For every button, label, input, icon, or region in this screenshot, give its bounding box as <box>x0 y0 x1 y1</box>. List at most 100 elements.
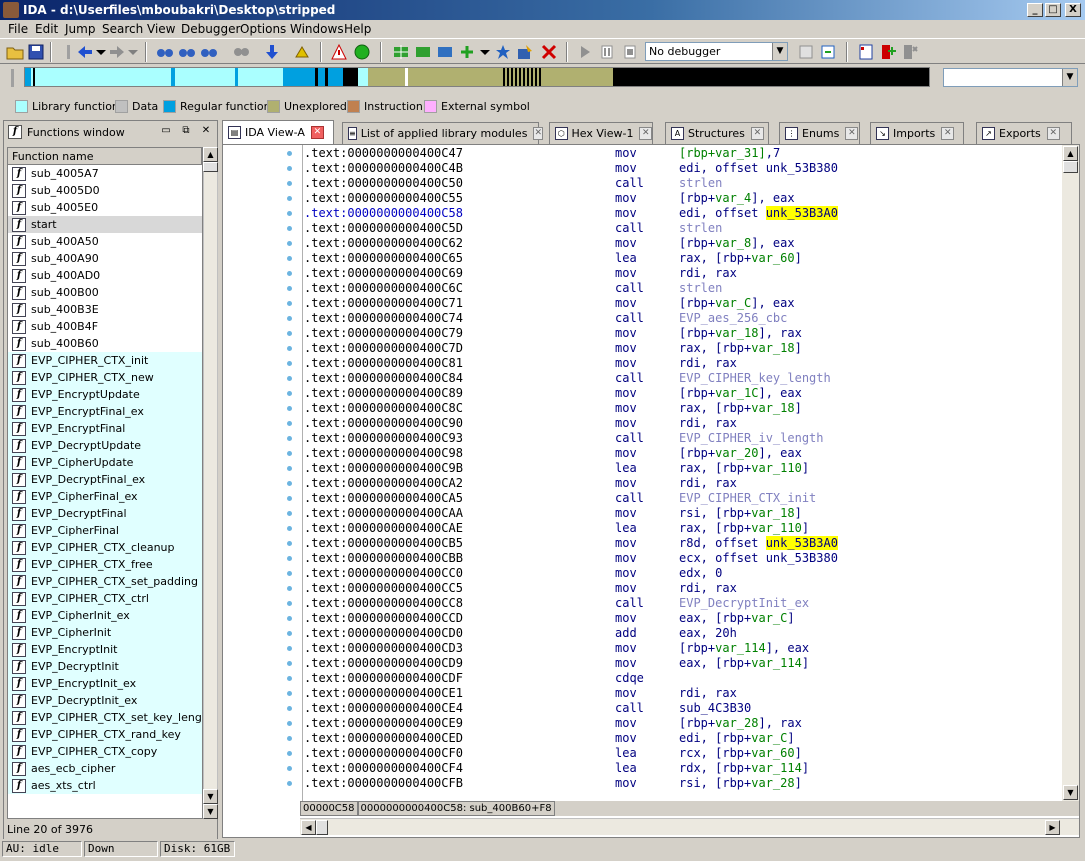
breakpoint-marker[interactable] <box>287 601 292 606</box>
disassembly-line[interactable]: .text:0000000000400C89 mov [rbp+var_1C], e… <box>304 386 1062 401</box>
open-folder-icon[interactable] <box>6 43 24 61</box>
menu-jump[interactable]: Jump <box>65 22 95 36</box>
disassembly-line[interactable]: .text:0000000000400C81 mov rdi, rax <box>304 356 1062 371</box>
binoculars-text-icon[interactable] <box>156 43 174 61</box>
plus-dropdown-icon[interactable] <box>458 43 476 61</box>
breakpoint-marker[interactable] <box>287 631 292 636</box>
edit-function-icon[interactable] <box>516 43 534 61</box>
close-tab-icon[interactable]: ✕ <box>941 127 955 140</box>
disassembly-line[interactable]: .text:0000000000400CC0 mov edx, 0 <box>304 566 1062 581</box>
disassembly-line[interactable]: .text:0000000000400C93 call EVP_CIPHER_iv_… <box>304 431 1062 446</box>
function-reference[interactable]: EVP_CIPHER_CTX_init <box>679 491 816 505</box>
function-list-item[interactable]: f EVP_CipherUpdate <box>8 454 202 471</box>
disassembly-vertical-scrollbar[interactable]: ▲ ▼ <box>1062 145 1079 801</box>
breakpoint-marker[interactable] <box>287 766 292 771</box>
breakpoint-marker[interactable] <box>287 361 292 366</box>
scroll-thumb[interactable] <box>316 820 328 835</box>
debug-step-icon[interactable] <box>797 43 815 61</box>
breakpoint-marker[interactable] <box>287 376 292 381</box>
highlighted-symbol[interactable]: unk_53B3A0 <box>765 536 838 550</box>
navigation-band[interactable] <box>24 67 930 87</box>
add-breakpoint-icon[interactable] <box>879 43 897 61</box>
scroll-thumb[interactable] <box>1063 161 1078 173</box>
disassembly-line[interactable]: .text:0000000000400CE9 mov [rbp+var_28], r… <box>304 716 1062 731</box>
breakpoint-list-icon[interactable] <box>857 43 875 61</box>
breakpoint-marker[interactable] <box>287 331 292 336</box>
disassembly-line[interactable]: .text:0000000000400C62 mov [rbp+var_8], ea… <box>304 236 1062 251</box>
function-list-item[interactable]: f EVP_DecryptInit_ex <box>8 692 202 709</box>
breakpoint-marker[interactable] <box>287 721 292 726</box>
disassembly-line[interactable]: .text:0000000000400C5D call strlen <box>304 221 1062 236</box>
disassembly-line[interactable]: .text:0000000000400C58 mov edi, offset unk… <box>304 206 1062 221</box>
function-reference[interactable]: EVP_CIPHER_iv_length <box>679 431 824 445</box>
tab-exports[interactable]: ↗ Exports ✕ <box>976 122 1072 144</box>
breakpoint-marker[interactable] <box>287 556 292 561</box>
function-list-item[interactable]: f EVP_CIPHER_CTX_set_padding <box>8 573 202 590</box>
breakpoint-marker[interactable] <box>287 241 292 246</box>
navigation-select[interactable]: ▼ <box>943 68 1078 87</box>
tab-structures[interactable]: A Structures ✕ <box>665 122 769 144</box>
disassembly-line[interactable]: .text:0000000000400CFB mov rsi, [rbp+var_2… <box>304 776 1062 791</box>
menu-file[interactable]: File <box>8 22 28 36</box>
function-list-item[interactable]: f EVP_CipherInit <box>8 624 202 641</box>
function-list-item[interactable]: f start <box>8 216 202 233</box>
breakpoint-marker[interactable] <box>287 211 292 216</box>
breakpoint-marker[interactable] <box>287 466 292 471</box>
function-list-item[interactable]: f EVP_CIPHER_CTX_rand_key <box>8 726 202 743</box>
search-next-icon[interactable] <box>232 43 250 61</box>
function-list-item[interactable]: f sub_400B60 <box>8 335 202 352</box>
disassembly-horizontal-scrollbar[interactable]: ◀ ▶ <box>300 818 1079 835</box>
function-list-scrollbar[interactable]: ▲ ▼ ▼ <box>203 147 218 819</box>
function-list-item[interactable]: f sub_4005A7 <box>8 165 202 182</box>
function-list-item[interactable]: f aes_ecb_cipher <box>8 760 202 777</box>
tab-imports[interactable]: ↘ Imports ✕ <box>870 122 964 144</box>
scroll-down-icon[interactable]: ▼ <box>203 789 218 804</box>
function-list-item[interactable]: f EVP_CIPHER_CTX_init <box>8 352 202 369</box>
disassembly-line[interactable]: .text:0000000000400C79 mov [rbp+var_18], r… <box>304 326 1062 341</box>
function-reference[interactable]: strlen <box>679 221 722 235</box>
function-list-item[interactable]: f EVP_EncryptFinal <box>8 420 202 437</box>
highlighted-symbol[interactable]: unk_53B3A0 <box>765 206 838 220</box>
disassembly-line[interactable]: .text:0000000000400CE4 call sub_4C3B30 <box>304 701 1062 716</box>
breakpoint-marker[interactable] <box>287 736 292 741</box>
close-tab-icon[interactable]: ✕ <box>845 127 859 140</box>
disassembly-line[interactable]: .text:0000000000400CB5 mov r8d, offset unk… <box>304 536 1062 551</box>
breakpoint-marker[interactable] <box>287 346 292 351</box>
disassembly-line[interactable]: .text:0000000000400CA2 mov rdi, rax <box>304 476 1062 491</box>
disassembly-listing[interactable]: .text:0000000000400C47 mov [rbp+var_31],7.… <box>304 146 1062 801</box>
function-list-item[interactable]: f EVP_EncryptFinal_ex <box>8 403 202 420</box>
chevron-down-icon[interactable]: ▼ <box>772 43 787 60</box>
function-list-item[interactable]: f EVP_CipherFinal <box>8 522 202 539</box>
disassembly-line[interactable]: .text:0000000000400C4B mov edi, offset unk… <box>304 161 1062 176</box>
breakpoint-marker[interactable] <box>287 436 292 441</box>
disassembly-line[interactable]: .text:0000000000400C55 mov [rbp+var_4], ea… <box>304 191 1062 206</box>
function-list-item[interactable]: f aes_xts_ctrl <box>8 777 202 794</box>
scroll-up-icon[interactable]: ▲ <box>1063 146 1078 161</box>
disassembly-line[interactable]: .text:0000000000400C84 call EVP_CIPHER_key… <box>304 371 1062 386</box>
breakpoint-marker[interactable] <box>287 451 292 456</box>
disassembly-line[interactable]: .text:0000000000400CC5 mov rdi, rax <box>304 581 1062 596</box>
breakpoint-marker[interactable] <box>287 676 292 681</box>
close-button[interactable]: X <box>1065 3 1081 17</box>
dropdown-arrow-icon[interactable] <box>476 43 494 61</box>
breakpoint-marker[interactable] <box>287 151 292 156</box>
breakpoint-marker[interactable] <box>287 301 292 306</box>
debugger-select[interactable]: No debugger ▼ <box>645 42 788 61</box>
function-reference[interactable]: EVP_aes_256_cbc <box>679 311 787 325</box>
breakpoint-marker[interactable] <box>287 586 292 591</box>
make-code-icon[interactable] <box>392 43 410 61</box>
disassembly-line[interactable]: .text:0000000000400CDF cdqe <box>304 671 1062 686</box>
function-list-item[interactable]: f EVP_CIPHER_CTX_cleanup <box>8 539 202 556</box>
disassembly-line[interactable]: .text:0000000000400CD9 mov eax, [rbp+var_1… <box>304 656 1062 671</box>
remove-breakpoint-icon[interactable] <box>901 43 919 61</box>
binoculars-binary-icon[interactable] <box>178 43 196 61</box>
function-list-item[interactable]: f EVP_CipherInit_ex <box>8 607 202 624</box>
menu-view[interactable]: View <box>147 22 175 36</box>
breakpoint-marker[interactable] <box>287 271 292 276</box>
function-list-item[interactable]: f sub_4005D0 <box>8 182 202 199</box>
breakpoint-marker[interactable] <box>287 646 292 651</box>
breakpoint-marker[interactable] <box>287 166 292 171</box>
minimize-button[interactable]: _ <box>1027 3 1043 17</box>
function-reference[interactable]: EVP_CIPHER_key_length <box>679 371 831 385</box>
flow-arrows-pane[interactable] <box>223 145 303 801</box>
